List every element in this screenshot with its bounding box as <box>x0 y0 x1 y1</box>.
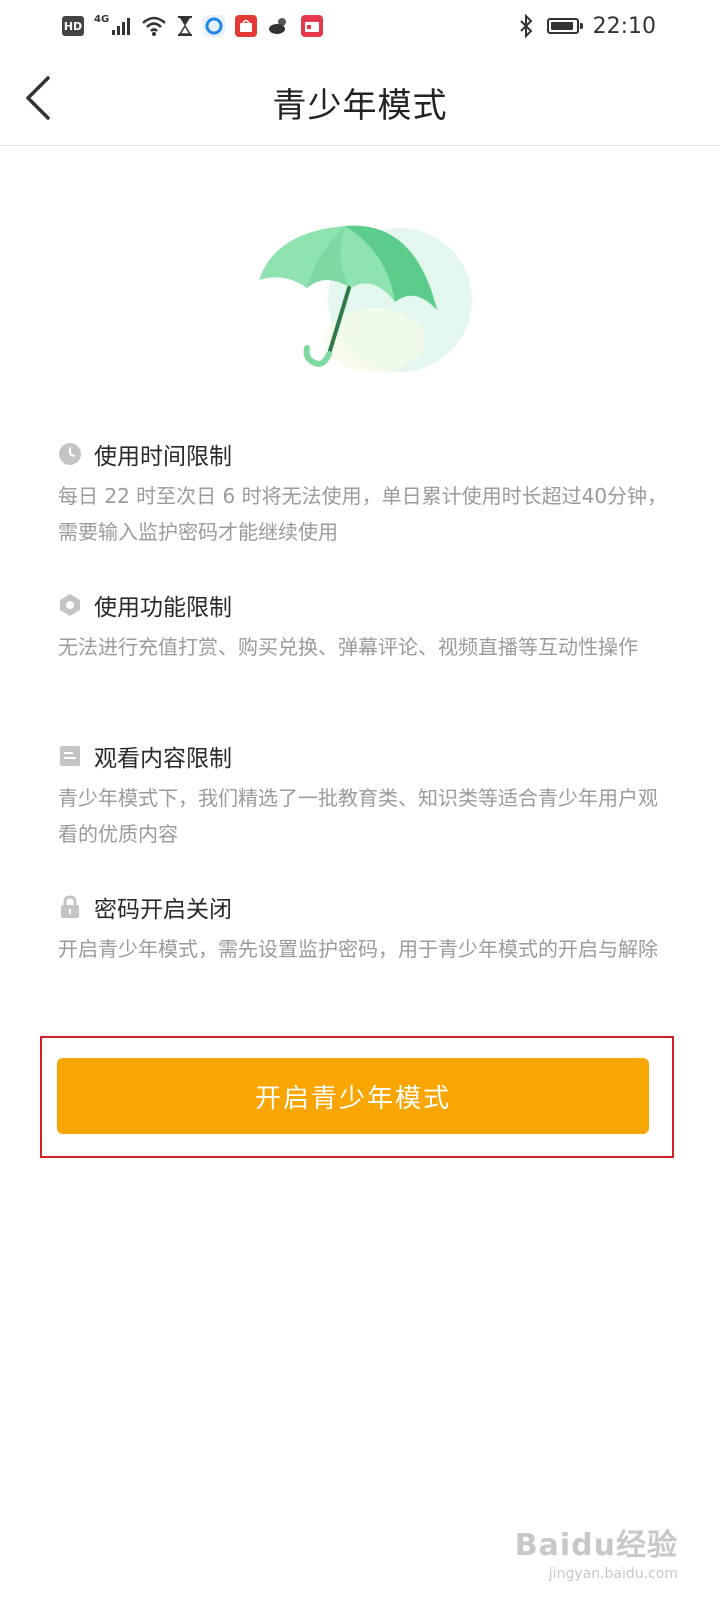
status-right-icons: 22:10 <box>519 10 656 42</box>
feature-description: 无法进行充值打赏、购买兑换、弹幕评论、视频直播等互动性操作 <box>58 635 638 659</box>
hd-icon: HD <box>62 16 84 36</box>
watermark: Baidu经验 jingyan.baidu.com <box>515 1520 678 1582</box>
weather-icon <box>269 18 287 34</box>
status-left-icons: HD 4G <box>62 12 324 40</box>
page-title: 青少年模式 <box>272 86 448 126</box>
wifi-icon <box>142 16 167 36</box>
browser-app-icon <box>203 15 226 37</box>
feature-title: 观看内容限制 <box>94 746 232 772</box>
status-bar: HD 4G 22:10 <box>0 0 720 52</box>
feature-function-limit: 使用功能限制 无法进行充值打赏、购买兑换、弹幕评论、视频直播等互动性操作 <box>58 587 668 665</box>
status-time: 22:10 <box>592 13 656 39</box>
feature-head: 密码开启关闭 <box>58 889 668 925</box>
feature-content-limit: 观看内容限制 青少年模式下，我们精选了一批教育类、知识类等适合青少年用户观看的优… <box>58 738 668 852</box>
feature-title: 密码开启关闭 <box>94 897 232 923</box>
nav-bar: 青少年模式 <box>0 52 720 146</box>
feature-description: 青少年模式下，我们精选了一批教育类、知识类等适合青少年用户观看的优质内容 <box>58 786 658 846</box>
document-icon <box>58 744 82 768</box>
feature-password: 密码开启关闭 开启青少年模式，需先设置监护密码，用于青少年模式的开启与解除 <box>58 889 668 967</box>
feature-time-limit: 使用时间限制 每日 22 时至次日 6 时将无法使用，单日累计使用时长超过40分… <box>58 436 668 550</box>
feature-title: 使用时间限制 <box>94 444 232 470</box>
lock-icon <box>58 895 82 919</box>
signal-icon <box>112 18 131 35</box>
watermark-url: jingyan.baidu.com <box>548 1566 678 1582</box>
feature-head: 观看内容限制 <box>58 738 668 774</box>
enable-teen-mode-button[interactable]: 开启青少年模式 <box>57 1058 649 1134</box>
calendar-app-icon <box>301 15 324 37</box>
feature-head: 使用功能限制 <box>58 587 668 623</box>
bluetooth-icon <box>519 14 533 38</box>
clock-icon <box>58 442 82 466</box>
hourglass-icon <box>178 16 193 36</box>
feature-head: 使用时间限制 <box>58 436 668 472</box>
umbrella-icon <box>259 225 472 372</box>
feature-title: 使用功能限制 <box>94 595 232 621</box>
shop-app-icon <box>235 15 258 37</box>
watermark-brand: Baidu经验 <box>514 1528 678 1563</box>
feature-description: 开启青少年模式，需先设置监护密码，用于青少年模式的开启与解除 <box>58 937 658 961</box>
battery-icon <box>546 18 583 34</box>
network-type-label: 4G <box>94 13 110 25</box>
hexagon-icon <box>58 593 82 617</box>
feature-description: 每日 22 时至次日 6 时将无法使用，单日累计使用时长超过40分钟，需要输入监… <box>58 484 668 544</box>
